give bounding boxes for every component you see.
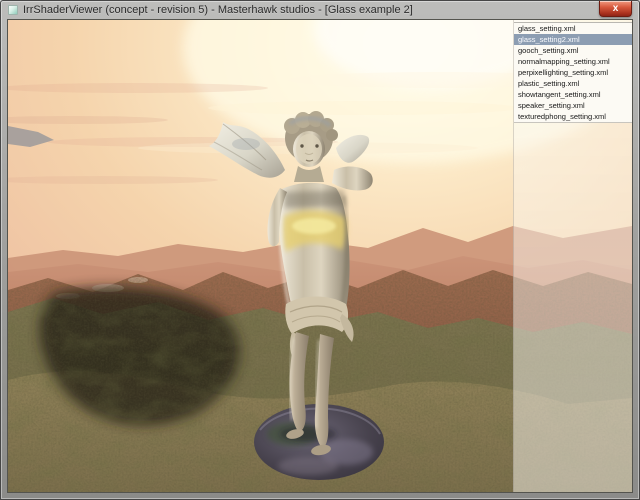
app-icon [8, 5, 18, 15]
titlebar[interactable]: IrrShaderViewer (concept - revision 5) -… [1, 1, 639, 19]
list-item-normalmapping-setting[interactable]: normalmapping_setting.xml [514, 56, 632, 67]
close-icon: x [613, 3, 619, 14]
list-item-speaker-setting[interactable]: speaker_setting.xml [514, 100, 632, 111]
list-item-glass-setting[interactable]: glass_setting.xml [514, 23, 632, 34]
list-item-showtangent-setting[interactable]: showtangent_setting.xml [514, 89, 632, 100]
window-title: IrrShaderViewer (concept - revision 5) -… [23, 4, 413, 16]
shader-list[interactable]: glass_setting.xml glass_setting2.xml goo… [514, 22, 632, 123]
list-item-glass-setting2[interactable]: glass_setting2.xml [514, 34, 632, 45]
viewport-3d[interactable]: glass_setting.xml glass_setting2.xml goo… [7, 19, 633, 493]
list-item-plastic-setting[interactable]: plastic_setting.xml [514, 78, 632, 89]
app-window: IrrShaderViewer (concept - revision 5) -… [0, 0, 640, 500]
shader-panel: glass_setting.xml glass_setting2.xml goo… [513, 20, 632, 492]
list-item-gooch-setting[interactable]: gooch_setting.xml [514, 45, 632, 56]
list-item-texturedphong-setting[interactable]: texturedphong_setting.xml [514, 111, 632, 122]
list-item-perpixellighting-setting[interactable]: perpixellighting_setting.xml [514, 67, 632, 78]
close-button[interactable]: x [599, 1, 632, 17]
